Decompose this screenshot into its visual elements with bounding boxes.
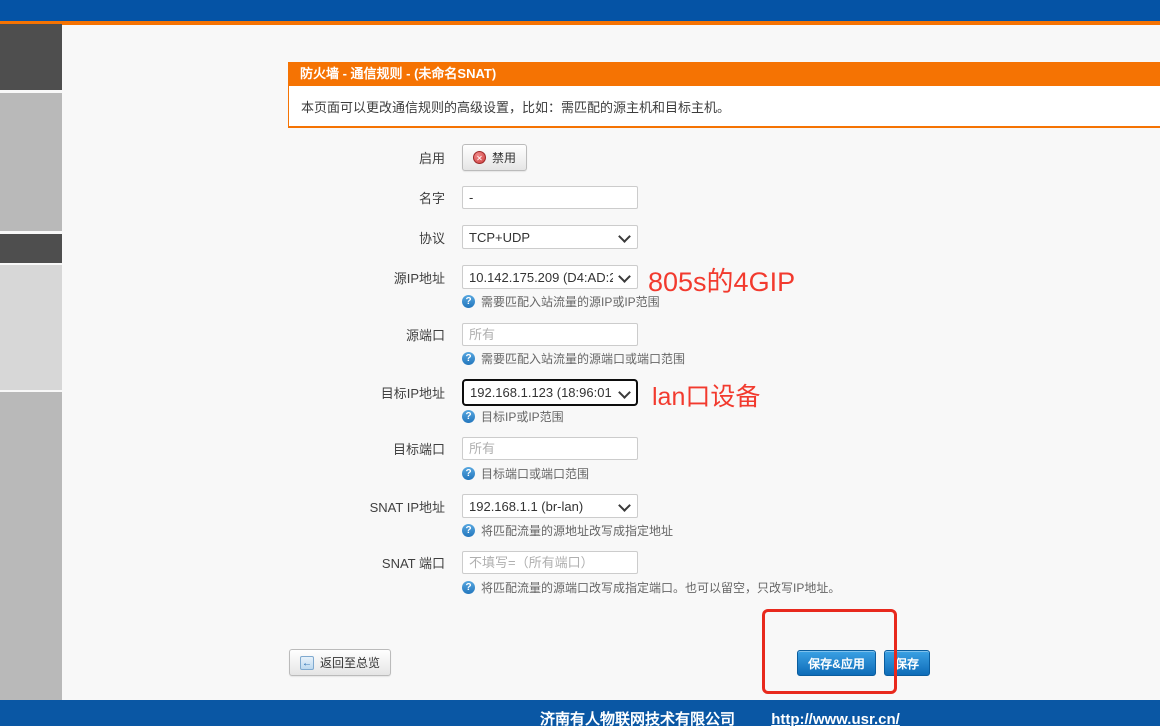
protocol-select-wrap: TCP+UDP xyxy=(462,225,638,249)
footer-company: 济南有人物联网技术有限公司 xyxy=(540,711,735,726)
source-ip-label: 源IP地址 xyxy=(288,268,462,287)
destination-ip-select-wrap: 192.168.1.123 (18:96:01: xyxy=(462,379,638,406)
source-port-input[interactable] xyxy=(462,323,638,346)
name-label: 名字 xyxy=(288,188,462,207)
help-icon: ? xyxy=(462,581,475,594)
help-icon: ? xyxy=(462,295,475,308)
disable-red-x-icon: ✕ xyxy=(473,151,486,164)
disable-button[interactable]: ✕ 禁用 xyxy=(462,144,527,171)
page-title: 防火墙 - 通信规则 - (未命名SNAT) xyxy=(288,62,1160,86)
enable-label: 启用 xyxy=(288,148,462,167)
snat-port-hint-text: 将匹配流量的源端口改写成指定端口。也可以留空，只改写IP地址。 xyxy=(481,579,840,596)
destination-ip-label: 目标IP地址 xyxy=(288,383,462,402)
source-ip-hint: ? 需要匹配入站流量的源IP或IP范围 xyxy=(462,293,660,310)
annotation-source-ip: 805s的4GIP xyxy=(648,260,795,299)
save-button[interactable]: 保存 xyxy=(884,650,930,676)
help-icon: ? xyxy=(462,410,475,423)
help-icon: ? xyxy=(462,524,475,537)
top-header-bar xyxy=(0,0,1160,21)
source-port-hint: ? 需要匹配入站流量的源端口或端口范围 xyxy=(462,350,685,367)
destination-port-label: 目标端口 xyxy=(288,439,462,458)
destination-ip-hint: ? 目标IP或IP范围 xyxy=(462,408,564,425)
router-admin-page: 防火墙 - 通信规则 - (未命名SNAT) 本页面可以更改通信规则的高级设置，… xyxy=(0,0,1160,726)
destination-ip-hint-text: 目标IP或IP范围 xyxy=(481,408,564,425)
destination-port-input[interactable] xyxy=(462,437,638,460)
protocol-select[interactable]: TCP+UDP xyxy=(462,225,638,249)
snat-ip-hint: ? 将匹配流量的源地址改写成指定地址 xyxy=(462,522,673,539)
name-input[interactable] xyxy=(462,186,638,209)
row-snat-ip: SNAT IP地址 192.168.1.1 (br-lan) xyxy=(288,494,638,518)
sidebar-block-4[interactable] xyxy=(0,265,62,390)
sidebar-block-5[interactable] xyxy=(0,392,62,700)
back-arrow-icon: ← xyxy=(300,656,314,670)
help-icon: ? xyxy=(462,352,475,365)
sidebar-block-2[interactable] xyxy=(0,93,62,231)
destination-ip-select[interactable]: 192.168.1.123 (18:96:01: xyxy=(462,379,638,406)
row-source-port: 源端口 xyxy=(288,323,638,346)
snat-port-input[interactable] xyxy=(462,551,638,574)
snat-ip-select-wrap: 192.168.1.1 (br-lan) xyxy=(462,494,638,518)
source-ip-select-wrap: 10.142.175.209 (D4:AD:2 xyxy=(462,265,638,289)
row-destination-ip: 目标IP地址 192.168.1.123 (18:96:01: xyxy=(288,379,638,406)
snat-ip-hint-text: 将匹配流量的源地址改写成指定地址 xyxy=(481,522,673,539)
back-button-label: 返回至总览 xyxy=(320,654,380,671)
snat-ip-label: SNAT IP地址 xyxy=(288,497,462,516)
source-ip-select[interactable]: 10.142.175.209 (D4:AD:2 xyxy=(462,265,638,289)
row-source-ip: 源IP地址 10.142.175.209 (D4:AD:2 xyxy=(288,265,638,289)
snat-ip-select[interactable]: 192.168.1.1 (br-lan) xyxy=(462,494,638,518)
row-protocol: 协议 TCP+UDP xyxy=(288,225,638,249)
row-name: 名字 xyxy=(288,186,638,209)
page-description: 本页面可以更改通信规则的高级设置，比如：需匹配的源主机和目标主机。 xyxy=(288,86,1160,128)
source-port-label: 源端口 xyxy=(288,325,462,344)
snat-port-hint: ? 将匹配流量的源端口改写成指定端口。也可以留空，只改写IP地址。 xyxy=(462,579,840,596)
protocol-label: 协议 xyxy=(288,228,462,247)
help-icon: ? xyxy=(462,467,475,480)
footer-text: 济南有人物联网技术有限公司 http://www.usr.cn/ xyxy=(540,708,900,726)
footer-bar: 济南有人物联网技术有限公司 http://www.usr.cn/ xyxy=(0,700,1160,726)
row-enable: 启用 ✕ 禁用 xyxy=(288,144,527,171)
row-snat-port: SNAT 端口 xyxy=(288,551,638,574)
disable-button-label: 禁用 xyxy=(492,149,516,166)
destination-port-hint: ? 目标端口或端口范围 xyxy=(462,465,589,482)
row-destination-port: 目标端口 xyxy=(288,437,638,460)
snat-port-label: SNAT 端口 xyxy=(288,553,462,572)
sidebar-block-3[interactable] xyxy=(0,234,62,263)
save-apply-button[interactable]: 保存&应用 xyxy=(797,650,876,676)
top-orange-stripe xyxy=(0,21,1160,25)
back-to-overview-button[interactable]: ← 返回至总览 xyxy=(289,649,391,676)
footer-url-link[interactable]: http://www.usr.cn/ xyxy=(771,711,900,726)
destination-port-hint-text: 目标端口或端口范围 xyxy=(481,465,589,482)
source-port-hint-text: 需要匹配入站流量的源端口或端口范围 xyxy=(481,350,685,367)
source-ip-hint-text: 需要匹配入站流量的源IP或IP范围 xyxy=(481,293,660,310)
annotation-destination-ip: lan口设备 xyxy=(652,377,760,413)
sidebar-block-1[interactable] xyxy=(0,24,62,90)
